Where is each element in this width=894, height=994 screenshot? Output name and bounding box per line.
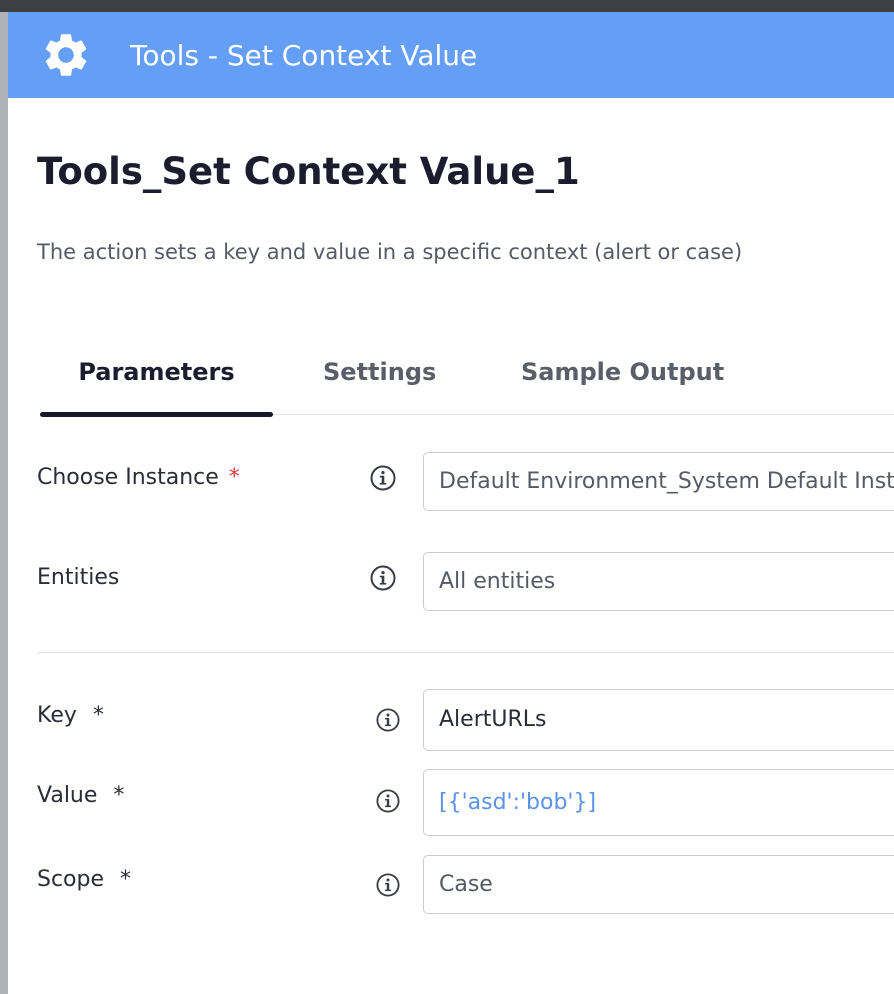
tab-parameters-label: Parameters [78, 358, 235, 386]
entities-select[interactable]: All entities [423, 552, 894, 611]
value-input[interactable]: [{'asd':'bob'}] [423, 769, 894, 836]
key-value: AlertURLs [439, 707, 547, 732]
gear-icon [45, 34, 87, 76]
value-label-text: Value [37, 783, 98, 808]
section-divider [37, 652, 894, 653]
modal-header: Tools - Set Context Value [8, 12, 894, 98]
scope-value: Case [439, 872, 493, 897]
tab-bar: Parameters Settings Sample Output [40, 352, 894, 417]
choose-instance-select[interactable]: Default Environment_System Default Insta… [423, 452, 894, 511]
required-marker: * [92, 703, 104, 728]
choose-instance-label: Choose Instance * [37, 464, 240, 492]
entities-value: All entities [439, 569, 556, 594]
scope-select[interactable]: Case [423, 855, 894, 914]
tab-parameters[interactable]: Parameters [40, 352, 273, 412]
tab-settings-label: Settings [323, 358, 437, 386]
app-top-bar-backdrop [0, 0, 894, 12]
tab-sample-output[interactable]: Sample Output [521, 352, 724, 412]
app-background-left [0, 12, 8, 994]
active-tab-indicator [40, 412, 273, 417]
info-icon[interactable] [376, 873, 400, 897]
key-input[interactable]: AlertURLs [423, 689, 894, 751]
choose-instance-value: Default Environment_System Default Insta… [439, 469, 894, 494]
value-label: Value * [37, 782, 124, 810]
scope-label-text: Scope [37, 867, 105, 892]
action-config-modal: Tools - Set Context Value Tools_Set Cont… [8, 12, 894, 994]
tab-settings[interactable]: Settings [323, 352, 436, 412]
action-description: The action sets a key and value in a spe… [37, 240, 743, 264]
value-value: [{'asd':'bob'}] [439, 790, 597, 815]
entities-label: Entities [37, 564, 119, 592]
modal-header-title: Tools - Set Context Value [130, 39, 478, 72]
required-marker: * [228, 465, 240, 490]
info-icon[interactable] [376, 789, 400, 813]
choose-instance-label-text: Choose Instance [37, 465, 219, 490]
tab-sample-output-label: Sample Output [521, 358, 725, 386]
entities-label-text: Entities [37, 565, 120, 590]
scope-label: Scope * [37, 866, 131, 894]
key-label-text: Key [37, 703, 77, 728]
info-icon[interactable] [370, 465, 396, 491]
required-marker: * [113, 783, 125, 808]
key-label: Key * [37, 702, 104, 730]
info-icon[interactable] [376, 708, 400, 732]
info-icon[interactable] [370, 565, 396, 591]
action-title: Tools_Set Context Value_1 [37, 150, 580, 193]
required-marker: * [120, 867, 132, 892]
